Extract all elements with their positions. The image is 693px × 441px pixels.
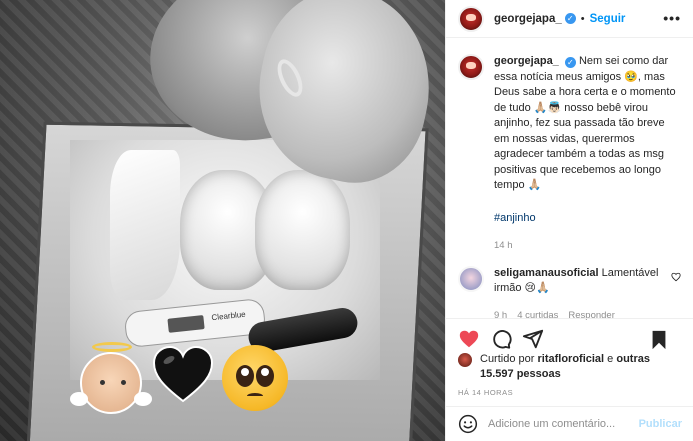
- likes-middle: e: [604, 353, 617, 365]
- save-bookmark-icon[interactable]: [648, 329, 670, 351]
- like-heart-icon[interactable]: [458, 328, 480, 350]
- comment-like-heart-icon[interactable]: [671, 272, 681, 282]
- wing-right-icon: [134, 392, 152, 406]
- black-heart-icon: [152, 345, 214, 403]
- caption-verified-badge-icon: ✓: [564, 57, 576, 68]
- post-side-panel: georgejapa_ ✓ • Seguir ••• georgejapa_ ✓…: [445, 0, 693, 441]
- follow-button[interactable]: Seguir: [590, 13, 626, 25]
- liker-avatar[interactable]: [458, 353, 472, 367]
- more-options-icon[interactable]: •••: [663, 10, 681, 26]
- author-username[interactable]: georgejapa_: [494, 13, 562, 25]
- likes-summary: Curtido por ritafloroficial e outras 15.…: [458, 352, 650, 382]
- commenter-avatar[interactable]: [458, 265, 484, 292]
- baby-angel-sticker: [70, 342, 152, 414]
- post-photo[interactable]: Clearblue: [0, 0, 445, 441]
- instagram-post-modal: Clearblue georgejapa_ ✓ • Seguir ••• geo…: [0, 0, 693, 441]
- caption-body: georgejapa_ ✓ Nem sei como dar essa notí…: [494, 54, 679, 254]
- likes-prefix: Curtido por: [480, 353, 538, 365]
- photo-test-window: [167, 315, 205, 333]
- comment-body: seligamanausoficial Lamentável irmão 😢🙏🏼…: [494, 266, 669, 323]
- post-action-bar: [446, 318, 693, 352]
- photo-baby-shoe-right: [255, 170, 350, 290]
- publish-button[interactable]: Publicar: [639, 418, 682, 430]
- add-comment-bar: Publicar: [446, 406, 693, 441]
- likes-text: Curtido por ritafloroficial e outras 15.…: [480, 352, 650, 382]
- black-heart-sticker: [152, 345, 214, 405]
- halo-icon: [92, 342, 132, 352]
- caption-text: Nem sei como dar essa notícia meus amigo…: [494, 55, 676, 191]
- baby-eyes: [100, 380, 126, 386]
- pleading-eye-left: [236, 365, 254, 387]
- commenter-username[interactable]: seligamanausoficial: [494, 267, 599, 279]
- caption-author-avatar[interactable]: [458, 54, 484, 80]
- photo-test-brand: Clearblue: [211, 309, 247, 323]
- share-paper-plane-icon[interactable]: [522, 328, 544, 350]
- post-header: georgejapa_ ✓ • Seguir •••: [446, 0, 693, 38]
- pleading-eye-right: [256, 365, 274, 387]
- caption-username[interactable]: georgejapa_: [494, 55, 559, 67]
- author-avatar[interactable]: [458, 5, 484, 32]
- comment-input[interactable]: [488, 418, 639, 430]
- caption-hashtag[interactable]: #anjinho: [494, 211, 679, 227]
- post-caption: georgejapa_ ✓ Nem sei como dar essa notí…: [446, 38, 693, 254]
- pleading-mouth: [247, 393, 263, 399]
- header-dot-separator: •: [580, 12, 585, 25]
- photo-tissue-paper: [110, 150, 180, 300]
- comment-item: seligamanausoficial Lamentável irmão 😢🙏🏼…: [446, 254, 693, 323]
- likes-user[interactable]: ritafloroficial: [537, 353, 604, 365]
- post-time-ago[interactable]: HÁ 14 HORAS: [458, 388, 513, 397]
- caption-time[interactable]: 14 h: [494, 238, 679, 254]
- comment-bubble-icon[interactable]: [490, 328, 512, 350]
- pleading-face-sticker: [222, 345, 288, 411]
- wing-left-icon: [70, 392, 88, 406]
- verified-badge-icon: ✓: [564, 13, 576, 24]
- emoji-picker-icon[interactable]: [458, 414, 478, 434]
